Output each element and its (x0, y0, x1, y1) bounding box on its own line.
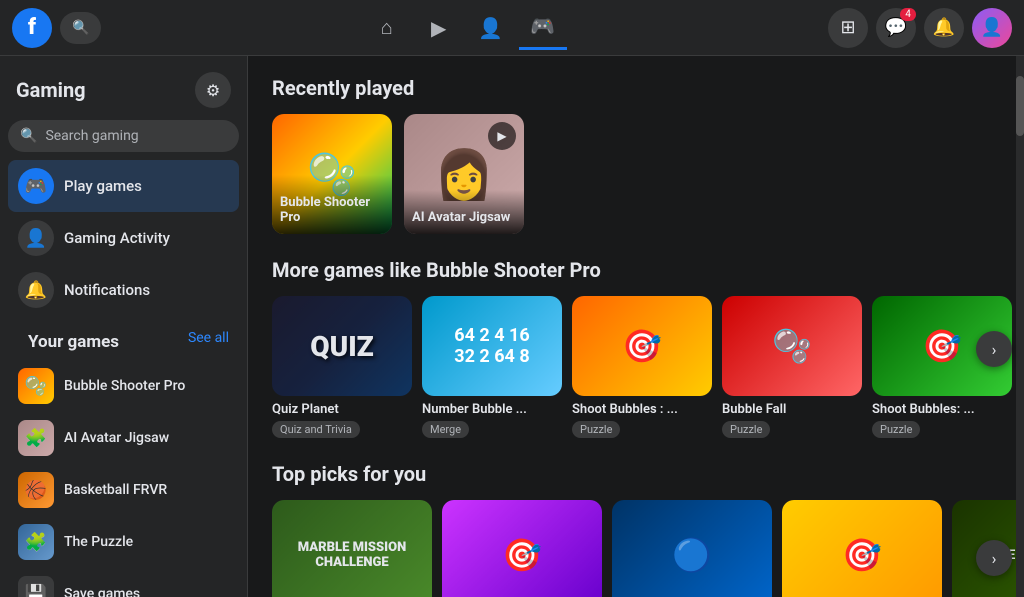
sort-match-img: 🔵 (612, 500, 772, 597)
top-picks-next-button[interactable]: › (976, 540, 1012, 576)
sidebar-item-play-games[interactable]: 🎮 Play games (8, 160, 239, 212)
sidebar-game-bubble-shooter[interactable]: 🫧 Bubble Shooter Pro (8, 360, 239, 412)
topnav-center: ⌂ ▶ 👤 🎮 (101, 6, 828, 50)
facebook-logo[interactable]: f (12, 8, 52, 48)
ai-avatar-thumb: 🧩 (18, 420, 54, 456)
sidebar-title: Gaming (16, 78, 86, 102)
search-icon: 🔍 (20, 128, 37, 144)
global-search-box[interactable]: 🔍 (60, 12, 101, 44)
bubble-shooter-thumb: 🫧 (18, 368, 54, 404)
your-games-label: Your games (18, 320, 129, 356)
recent-avatar-label: AI Avatar Jigsaw (404, 190, 524, 234)
sidebar-game-basketball[interactable]: 🏀 Basketball FRVR (8, 464, 239, 516)
bubble-fall-img: 🫧 (722, 296, 862, 396)
marble-mission-img: MARBLE MISSION CHALLENGE (272, 500, 432, 597)
game-card-shoot-bubbles-1[interactable]: 🎯 Shoot Bubbles : ... Puzzle (572, 296, 712, 438)
shoot-bubbles-2-tag: Puzzle (872, 421, 920, 438)
sidebar: Gaming ⚙ 🔍 Search gaming 🎮 Play games 👤 … (0, 56, 248, 597)
scrollbar-track (1016, 56, 1024, 597)
shoot-bubbles-3-img: 🎯 (442, 500, 602, 597)
recent-card-bubble-shooter[interactable]: 🫧 Bubble Shooter Pro (272, 114, 392, 234)
number-bubble-tag: Merge (422, 421, 469, 438)
save-icon: 💾 (18, 576, 54, 597)
play-overlay-icon: ▶ (488, 122, 516, 150)
shoot-bubbles-4-img: 🎯 (782, 500, 942, 597)
sidebar-item-gaming-activity[interactable]: 👤 Gaming Activity (8, 212, 239, 264)
quiz-planet-name: Quiz Planet (272, 402, 412, 417)
gaming-activity-icon: 👤 (18, 220, 54, 256)
main-content: Recently played 🫧 Bubble Shooter Pro 👩 ▶… (248, 56, 1024, 597)
sidebar-game-save[interactable]: 💾 Save games (8, 568, 239, 597)
sidebar-search-box[interactable]: 🔍 Search gaming (8, 120, 239, 152)
top-picks-row1: MARBLE MISSION CHALLENGE Marble Mission … (272, 500, 1000, 597)
game-card-number-bubble[interactable]: 64 2 4 1632 2 64 8 Number Bubble ... Mer… (422, 296, 562, 438)
notifications-icon: 🔔 (18, 272, 54, 308)
recent-bubble-label: Bubble Shooter Pro (272, 175, 392, 234)
messenger-button[interactable]: 💬 4 (876, 8, 916, 48)
pick-card-shoot-bubbles-4[interactable]: 🎯 Shoot Bubbles : ... Puzzle (782, 500, 942, 597)
more-games-next-button[interactable]: › (976, 331, 1012, 367)
grid-menu-button[interactable]: ⊞ (828, 8, 868, 48)
quiz-planet-img: QUIZ (272, 296, 412, 396)
recently-played-title: Recently played (272, 76, 1000, 100)
shoot-bubbles-1-tag: Puzzle (572, 421, 620, 438)
puzzle-thumb: 🧩 (18, 524, 54, 560)
game-card-bubble-fall[interactable]: 🫧 Bubble Fall Puzzle (722, 296, 862, 438)
shoot-bubbles-1-name: Shoot Bubbles : ... (572, 402, 712, 417)
main-layout: Gaming ⚙ 🔍 Search gaming 🎮 Play games 👤 … (0, 56, 1024, 597)
game-card-quiz-planet[interactable]: QUIZ Quiz Planet Quiz and Trivia (272, 296, 412, 438)
settings-gear-button[interactable]: ⚙ (195, 72, 231, 108)
top-picks-title: Top picks for you (272, 462, 1000, 486)
recently-played-row: 🫧 Bubble Shooter Pro 👩 ▶ AI Avatar Jigsa… (272, 114, 1000, 234)
shoot-bubbles-1-img: 🎯 (572, 296, 712, 396)
sidebar-game-ai-avatar[interactable]: 🧩 AI Avatar Jigsaw (8, 412, 239, 464)
notifications-button[interactable]: 🔔 (924, 8, 964, 48)
messenger-badge: 4 (900, 8, 916, 21)
more-games-title: More games like Bubble Shooter Pro (272, 258, 1000, 282)
sidebar-item-notifications[interactable]: 🔔 Notifications (8, 264, 239, 316)
nav-watch-button[interactable]: ▶ (415, 6, 463, 50)
recent-card-ai-avatar[interactable]: 👩 ▶ AI Avatar Jigsaw (404, 114, 524, 234)
game-card-shoot-bubbles-2[interactable]: 🎯 Shoot Bubbles: ... Puzzle (872, 296, 1012, 438)
see-all-link[interactable]: See all (188, 330, 229, 346)
pick-card-sort-match[interactable]: 🔵 Sort Match Puzzle Puzzle (612, 500, 772, 597)
sidebar-game-puzzle[interactable]: 🧩 The Puzzle (8, 516, 239, 568)
number-bubble-img: 64 2 4 1632 2 64 8 (422, 296, 562, 396)
search-icon: 🔍 (72, 20, 89, 36)
basketball-thumb: 🏀 (18, 472, 54, 508)
scrollbar-thumb[interactable] (1016, 76, 1024, 136)
more-games-row: QUIZ Quiz Planet Quiz and Trivia 64 2 4 … (272, 296, 1000, 438)
bubble-fall-tag: Puzzle (722, 421, 770, 438)
number-bubble-name: Number Bubble ... (422, 402, 562, 417)
sidebar-header: Gaming ⚙ (8, 68, 239, 116)
nav-people-button[interactable]: 👤 (467, 6, 515, 50)
quiz-planet-tag: Quiz and Trivia (272, 421, 360, 438)
pick-card-marble[interactable]: MARBLE MISSION CHALLENGE Marble Mission … (272, 500, 432, 597)
gear-icon: ⚙ (206, 81, 220, 100)
your-games-section-header: Your games See all (8, 316, 239, 360)
topnav-left: f 🔍 (12, 8, 101, 48)
topnav: f 🔍 ⌂ ▶ 👤 🎮 ⊞ 💬 4 🔔 👤 (0, 0, 1024, 56)
pick-card-shoot-bubbles-3[interactable]: 🎯 Shoot Bubbles 2 ... Action (442, 500, 602, 597)
shoot-bubbles-2-name: Shoot Bubbles: ... (872, 402, 1012, 417)
nav-gaming-button[interactable]: 🎮 (519, 6, 567, 50)
topnav-right: ⊞ 💬 4 🔔 👤 (828, 8, 1012, 48)
profile-avatar-button[interactable]: 👤 (972, 8, 1012, 48)
nav-home-button[interactable]: ⌂ (363, 6, 411, 50)
bubble-fall-name: Bubble Fall (722, 402, 862, 417)
search-placeholder: Search gaming (45, 128, 138, 144)
avatar-image: 👤 (972, 8, 1012, 48)
play-games-icon: 🎮 (18, 168, 54, 204)
